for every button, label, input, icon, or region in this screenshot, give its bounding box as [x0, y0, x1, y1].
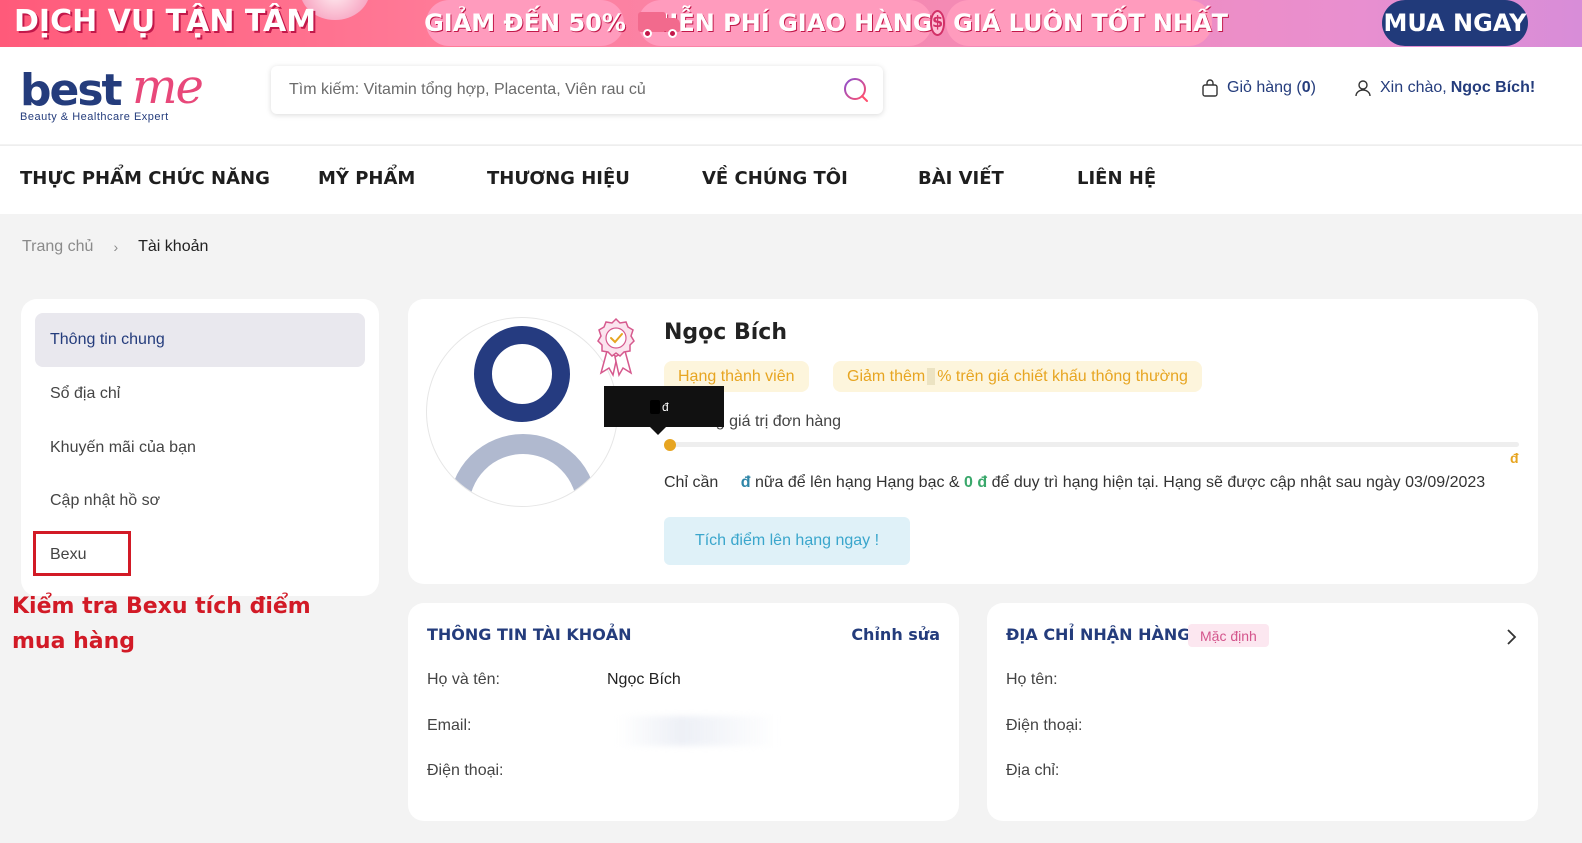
avatar-head	[474, 326, 570, 422]
note-middle: nữa để lên hạng Hạng bạc &	[754, 474, 960, 491]
member-badge-icon	[597, 317, 635, 377]
rank-progress-marker	[664, 439, 676, 451]
fullname-label: Họ và tên:	[427, 671, 500, 688]
sidebar-item-promotions[interactable]: Khuyến mãi của bạn	[35, 421, 365, 475]
buy-now-button[interactable]: MUA NGAY	[1382, 0, 1528, 46]
order-value-tooltip: đ	[604, 386, 724, 435]
search-icon[interactable]	[843, 77, 869, 103]
user-menu[interactable]: Xin chào, Ngọc Bích!	[1354, 79, 1535, 97]
fullname-value: Ngọc Bích	[607, 671, 681, 688]
logo-me-text: me	[132, 59, 204, 115]
discount-suffix: % trên giá chiết khấu thông thường	[937, 367, 1188, 385]
cart-link[interactable]: Giỏ hàng (0)	[1201, 79, 1316, 97]
note-maintain-amount: 0 đ	[964, 474, 988, 491]
shopping-bag-icon	[1202, 79, 1218, 97]
default-badge: Mặc định	[1188, 624, 1269, 647]
hidden-amount	[650, 399, 660, 414]
site-header: best me Beauty & Healthcare Expert Giỏ h…	[0, 47, 1582, 144]
profile-name: Ngọc Bích	[664, 320, 787, 345]
breadcrumb: Trang chủ › Tài khoản	[22, 238, 208, 256]
promo-discount: GIẢM ĐẾN 50%	[424, 0, 626, 46]
breadcrumb-home[interactable]: Trang chủ	[22, 238, 93, 256]
promo-price-label: GIÁ LUÔN TỐT NHẤT	[953, 9, 1229, 37]
nav-item-brands[interactable]: THƯƠNG HIỆU	[487, 168, 630, 189]
phone-label: Điện thoại:	[427, 762, 504, 779]
discount-prefix: Giảm thêm	[847, 367, 926, 385]
avatar	[426, 317, 618, 507]
recipient-address-label: Địa chỉ:	[1006, 762, 1060, 779]
nav-item-supplements[interactable]: THỰC PHẨM CHỨC NĂNG	[20, 168, 270, 189]
bestme-logo[interactable]: best me Beauty & Healthcare Expert	[20, 61, 230, 127]
nav-item-articles[interactable]: BÀI VIẾT	[918, 168, 1004, 189]
nav-item-cosmetics[interactable]: MỸ PHẨM	[318, 168, 415, 189]
rank-progress-track	[664, 442, 1519, 447]
search-bar	[271, 66, 883, 114]
sidebar-item-update-profile[interactable]: Cập nhật hồ sơ	[35, 474, 365, 528]
cart-label: Giỏ hàng (	[1227, 79, 1302, 96]
promo-banner[interactable]: DỊCH VỤ TẬN TÂM GIẢM ĐẾN 50% MIỄN PHÍ GI…	[0, 0, 1582, 47]
logo-tagline: Beauty & Healthcare Expert	[20, 111, 169, 123]
discount-tag: Giảm thêm % trên giá chiết khấu thông th…	[833, 361, 1202, 392]
promo-shipping: MIỄN PHÍ GIAO HÀNG	[637, 0, 933, 46]
greeting-text: Xin chào,	[1380, 79, 1447, 96]
hidden-percent	[927, 368, 936, 385]
shipping-address-title: ĐỊA CHỈ NHẬN HÀNG	[1006, 625, 1191, 644]
note-prefix: Chỉ cần	[664, 474, 719, 491]
bexu-highlight-box	[33, 531, 131, 576]
chevron-right-icon[interactable]	[1504, 628, 1518, 646]
tooltip-currency: đ	[662, 399, 669, 414]
earn-points-button[interactable]: Tích điểm lên hạng ngay !	[664, 517, 910, 565]
breadcrumb-current: Tài khoản	[138, 238, 209, 255]
annotation-text: Kiểm tra Bexu tích điểm mua hàng	[12, 594, 311, 654]
nav-item-contact[interactable]: LIÊN HỆ	[1077, 168, 1156, 189]
main-nav: THỰC PHẨM CHỨC NĂNG MỸ PHẨM THƯƠNG HIỆU …	[0, 145, 1582, 214]
dollar-coin-icon: $	[929, 10, 946, 36]
note-currency: đ	[740, 474, 751, 491]
cart-label-close: )	[1310, 79, 1316, 96]
user-name: Ngọc Bích!	[1450, 79, 1536, 96]
search-input[interactable]	[289, 66, 839, 114]
recipient-phone-label: Điện thoại:	[1006, 717, 1083, 734]
sidebar-item-general-info[interactable]: Thông tin chung	[35, 313, 365, 367]
user-icon	[1355, 80, 1371, 97]
email-label: Email:	[427, 717, 472, 734]
promo-slogan: DỊCH VỤ TẬN TÂM	[14, 4, 317, 39]
avatar-body	[449, 434, 597, 506]
target-currency: đ	[1510, 450, 1519, 466]
email-value-blurred	[618, 716, 778, 746]
note-suffix: để duy trì hạng hiện tại. Hạng sẽ được c…	[991, 474, 1486, 491]
promo-price: $ GIÁ LUÔN TỐT NHẤT	[929, 0, 1228, 46]
nav-item-about[interactable]: VỀ CHÚNG TÔI	[702, 168, 848, 189]
sidebar-item-address-book[interactable]: Sổ địa chỉ	[35, 367, 365, 421]
account-info-title: THÔNG TIN TÀI KHOẢN	[427, 625, 632, 644]
edit-account-button[interactable]: Chỉnh sửa	[851, 625, 940, 644]
shipping-address-card: ĐỊA CHỈ NHẬN HÀNG Mặc định Họ tên: Điện …	[987, 603, 1538, 821]
breadcrumb-separator: ›	[113, 239, 119, 255]
recipient-name-label: Họ tên:	[1006, 671, 1058, 688]
profile-card: Ngọc Bích Hạng thành viên Giảm thêm % tr…	[408, 299, 1538, 584]
logo-best-text: best	[20, 65, 123, 116]
promo-shipping-label: MIỄN PHÍ GIAO HÀNG	[645, 9, 933, 37]
account-info-card: THÔNG TIN TÀI KHOẢN Chỉnh sửa Họ và tên:…	[408, 603, 959, 821]
rank-note: Chỉ cần đ nữa để lên hạng Hạng bạc & 0 đ…	[664, 474, 1485, 492]
cart-count: 0	[1301, 79, 1311, 96]
